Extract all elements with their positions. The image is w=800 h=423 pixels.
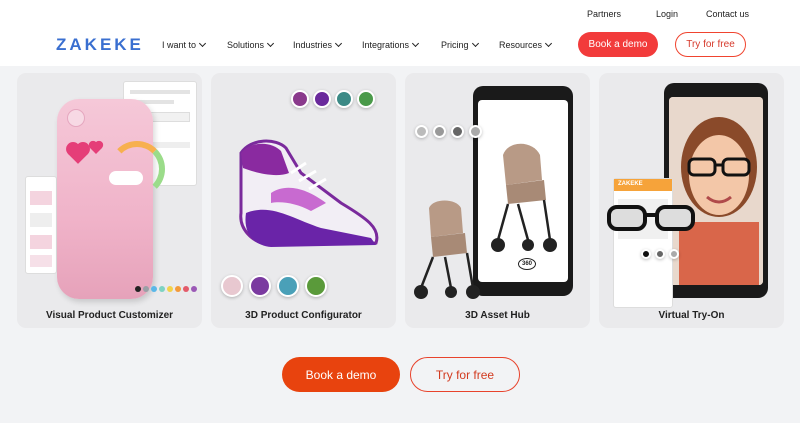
- customizer-toolbar-image: [25, 176, 57, 274]
- phone-screen: 360: [478, 100, 568, 282]
- nav-i-want-to[interactable]: I want to: [162, 39, 207, 50]
- material-swatch[interactable]: [305, 275, 327, 297]
- heart-icon: [68, 144, 88, 164]
- chevron-down-icon: [266, 39, 275, 48]
- login-link[interactable]: Login: [656, 9, 678, 19]
- card-virtual-try-on[interactable]: ZAKEKE Virtual Try-On: [599, 73, 784, 328]
- color-swatch[interactable]: [183, 286, 189, 292]
- header-book-demo-button[interactable]: Book a demo: [578, 32, 658, 57]
- style-swatch[interactable]: [291, 90, 309, 108]
- brand-bar: ZAKEKE: [614, 179, 672, 191]
- try-on-app-panel: ZAKEKE: [613, 178, 673, 308]
- color-swatch[interactable]: [167, 286, 173, 292]
- nav-label: Integrations: [362, 40, 410, 50]
- card-visual-product-customizer[interactable]: Visual Product Customizer: [17, 73, 202, 328]
- woman-face-image: [669, 97, 763, 285]
- card-title: 3D Asset Hub: [465, 310, 530, 321]
- color-swatch[interactable]: [451, 125, 464, 138]
- nav-label: Pricing: [441, 40, 469, 50]
- style-swatch[interactable]: [313, 90, 331, 108]
- card-title: Virtual Try-On: [658, 310, 725, 321]
- color-swatch[interactable]: [641, 249, 651, 259]
- nav-industries[interactable]: Industries: [293, 39, 343, 50]
- card-title: Visual Product Customizer: [45, 310, 174, 321]
- chevron-down-icon: [411, 39, 420, 48]
- cloud-graphic: [109, 171, 143, 185]
- material-swatch[interactable]: [221, 275, 243, 297]
- color-swatches: [135, 286, 197, 292]
- book-demo-button[interactable]: Book a demo: [282, 357, 400, 392]
- eyeglasses-image: [607, 205, 695, 231]
- color-swatch[interactable]: [469, 125, 482, 138]
- style-swatch[interactable]: [335, 90, 353, 108]
- color-swatch[interactable]: [135, 286, 141, 292]
- nav-integrations[interactable]: Integrations: [362, 39, 420, 50]
- nav-pricing[interactable]: Pricing: [441, 39, 479, 50]
- contact-us-link[interactable]: Contact us: [706, 9, 749, 19]
- chevron-down-icon: [334, 39, 343, 48]
- color-swatch[interactable]: [415, 125, 428, 138]
- try-free-button[interactable]: Try for free: [410, 357, 520, 392]
- nav-resources[interactable]: Resources: [499, 39, 553, 50]
- zakeke-logo[interactable]: ZAKEKE: [56, 35, 144, 55]
- chevron-down-icon: [544, 39, 553, 48]
- rotate-360-icon[interactable]: 360: [518, 258, 536, 270]
- site-header: Partners Login Contact us ZAKEKE I want …: [0, 0, 800, 66]
- material-swatch[interactable]: [249, 275, 271, 297]
- color-swatch[interactable]: [143, 286, 149, 292]
- material-swatch[interactable]: [277, 275, 299, 297]
- style-swatch[interactable]: [357, 90, 375, 108]
- phone-mockup: [664, 83, 768, 298]
- stroller-image: [414, 200, 480, 299]
- nav-solutions[interactable]: Solutions: [227, 39, 275, 50]
- color-swatch[interactable]: [655, 249, 665, 259]
- card-title: 3D Product Configurator: [245, 310, 362, 321]
- card-3d-product-configurator[interactable]: 3D Product Configurator: [211, 73, 396, 328]
- color-swatch[interactable]: [159, 286, 165, 292]
- color-swatch[interactable]: [175, 286, 181, 292]
- phone-screen: [669, 97, 763, 285]
- color-swatch[interactable]: [669, 249, 679, 259]
- rainbow-graphic: [109, 141, 165, 197]
- chevron-down-icon: [471, 39, 479, 48]
- card-3d-asset-hub[interactable]: 360 3D Asset Hub: [405, 73, 590, 328]
- partners-link[interactable]: Partners: [587, 9, 621, 19]
- color-swatch[interactable]: [433, 125, 446, 138]
- heart-icon: [90, 142, 102, 154]
- nav-label: Resources: [499, 40, 543, 50]
- nav-label: I want to: [162, 40, 197, 50]
- header-try-free-button[interactable]: Try for free: [675, 32, 746, 57]
- nav-label: Industries: [293, 40, 333, 50]
- color-swatch[interactable]: [191, 286, 197, 292]
- nav-label: Solutions: [227, 40, 265, 50]
- color-swatch[interactable]: [151, 286, 157, 292]
- phone-case-image: [57, 99, 165, 299]
- sneaker-image: [239, 139, 379, 247]
- camera-cutout: [67, 109, 85, 127]
- chevron-down-icon: [198, 39, 207, 48]
- stroller-image: [491, 143, 557, 252]
